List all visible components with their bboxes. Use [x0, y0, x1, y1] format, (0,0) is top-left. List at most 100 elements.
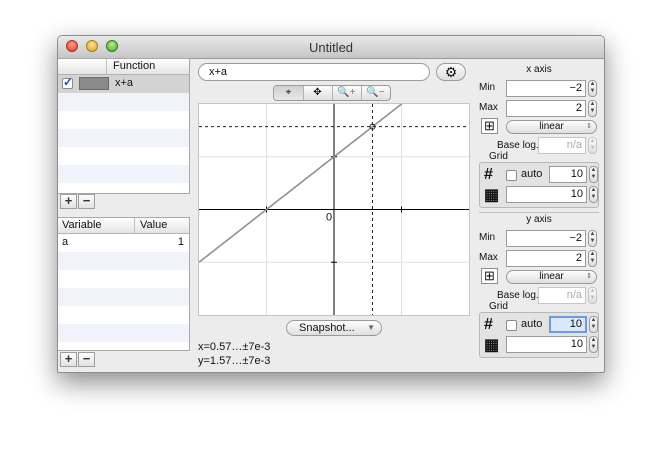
gear-icon: ⚙ — [444, 64, 458, 80]
x-max-field[interactable]: 2 — [506, 100, 586, 117]
major-grid-icon: # — [484, 316, 493, 333]
zoom-in-tool-button[interactable]: 🔍+ — [332, 86, 362, 100]
snapshot-label: Snapshot... — [299, 322, 355, 334]
y-base-log-label: Base log. — [497, 290, 539, 301]
function-visible-checkbox[interactable]: ✓ — [62, 75, 74, 89]
variable-value[interactable]: 1 — [178, 236, 184, 248]
x-scale-popup[interactable]: linear ⇕ — [506, 120, 597, 134]
x-minor-grid-field[interactable]: 10 — [506, 186, 587, 203]
x-auto-checkbox[interactable] — [506, 170, 517, 181]
remove-variable-button[interactable]: − — [78, 352, 95, 367]
main-window: Untitled Function ✓ x+a + − Variable Val… — [57, 35, 605, 373]
variable-list-header: Variable Value — [58, 218, 189, 234]
x-base-log-stepper[interactable]: ▲ ▼ — [588, 137, 597, 154]
value-column-header[interactable]: Value — [140, 219, 167, 231]
move-tool-button[interactable]: ✥ — [303, 86, 333, 100]
x-grid-box: # auto 10 ▲ ▼ ▦ 10 ▲ ▼ — [479, 162, 599, 208]
x-max-label: Max — [479, 102, 498, 113]
x-base-log-label: Base log. — [497, 140, 539, 151]
crosshair-icon: ⌖ — [285, 87, 292, 98]
y-auto-checkbox[interactable] — [506, 320, 517, 331]
variable-row[interactable]: a 1 — [58, 234, 189, 252]
snapshot-button[interactable]: Snapshot... ▼ — [286, 320, 382, 336]
cursor-x-readout: x=0.57…±7e-3 — [198, 341, 271, 353]
y-minor-grid-stepper[interactable]: ▲ ▼ — [589, 336, 598, 353]
x-major-grid-field[interactable]: 10 — [549, 166, 587, 183]
function-list: Function ✓ x+a — [58, 58, 190, 194]
x-max-stepper[interactable]: ▲ ▼ — [588, 100, 597, 117]
empty-row — [58, 252, 189, 270]
chevron-down-icon: ▼ — [367, 323, 375, 332]
empty-row — [58, 324, 189, 342]
major-grid-icon: # — [484, 166, 493, 183]
x-grid-label: Grid — [489, 151, 508, 162]
origin-label: 0 — [326, 212, 332, 224]
x-min-stepper[interactable]: ▲ ▼ — [588, 80, 597, 97]
y-scale-value: linear — [539, 271, 564, 282]
add-variable-button[interactable]: + — [60, 352, 77, 367]
tool-selector: ⌖ ✥ 🔍+ 🔍− — [273, 85, 391, 101]
grid-icon: ⊞ — [484, 268, 495, 283]
zoom-out-tool-button[interactable]: 🔍− — [361, 86, 390, 100]
y-base-log-stepper[interactable]: ▲ ▼ — [588, 287, 597, 304]
empty-row — [58, 129, 189, 147]
empty-row — [58, 288, 189, 306]
window-title: Untitled — [308, 40, 354, 55]
variable-column-header[interactable]: Variable — [62, 219, 102, 231]
graph-canvas[interactable]: 0 — [198, 76, 469, 315]
y-grid-label: Grid — [489, 301, 508, 312]
function-column-header[interactable]: Function — [113, 60, 155, 72]
plot-area[interactable]: 0 — [198, 76, 470, 316]
x-base-log-field[interactable]: n/a — [538, 137, 586, 154]
variable-list: Variable Value a 1 — [58, 217, 190, 351]
y-grid-toggle-button[interactable]: ⊞ — [481, 268, 498, 284]
variable-name[interactable]: a — [62, 236, 68, 248]
y-max-stepper[interactable]: ▲ ▼ — [588, 250, 597, 267]
y-min-label: Min — [479, 232, 496, 243]
x-scale-value: linear — [539, 121, 564, 132]
y-base-log-field[interactable]: n/a — [538, 287, 586, 304]
y-grid-box: # auto 10 ▲ ▼ ▦ 10 ▲ ▼ — [479, 312, 599, 358]
y-scale-popup[interactable]: linear ⇕ — [506, 270, 597, 284]
function-color-swatch[interactable] — [79, 77, 109, 90]
x-major-grid-stepper[interactable]: ▲ ▼ — [589, 166, 598, 183]
y-min-field[interactable]: −2 — [506, 230, 586, 247]
title-bar: Untitled — [58, 36, 604, 59]
crosshair-tool-button[interactable]: ⌖ — [274, 86, 304, 100]
minor-grid-icon: ▦ — [484, 187, 500, 204]
empty-row — [58, 93, 189, 111]
y-min-stepper[interactable]: ▲ ▼ — [588, 230, 597, 247]
function-list-header: Function — [58, 59, 189, 75]
add-function-button[interactable]: + — [60, 194, 77, 209]
grid-icon: ⊞ — [484, 118, 495, 133]
function-name[interactable]: x+a — [115, 77, 133, 89]
empty-row — [58, 165, 189, 183]
zoom-in-icon: 🔍+ — [337, 87, 356, 98]
y-minor-grid-field[interactable]: 10 — [506, 336, 587, 353]
chevron-updown-icon: ⇕ — [586, 273, 592, 280]
minor-grid-icon: ▦ — [484, 337, 500, 354]
function-row[interactable]: ✓ x+a — [58, 75, 189, 93]
y-axis-title: y axis — [526, 214, 552, 225]
y-axis-panel: y axis Min −2 ▲ ▼ Max 2 ▲ ▼ ⊞ linear ⇕ Base… — [479, 214, 599, 358]
x-minor-grid-stepper[interactable]: ▲ ▼ — [589, 186, 598, 203]
zoom-out-icon: 🔍− — [366, 87, 385, 98]
settings-button[interactable]: ⚙ — [436, 63, 466, 81]
x-min-field[interactable]: −2 — [506, 80, 586, 97]
function-curve — [198, 76, 436, 263]
x-grid-toggle-button[interactable]: ⊞ — [481, 118, 498, 134]
y-max-label: Max — [479, 252, 498, 263]
y-max-field[interactable]: 2 — [506, 250, 586, 267]
axis-separator — [479, 212, 599, 213]
x-min-label: Min — [479, 82, 496, 93]
y-major-grid-field[interactable]: 10 — [549, 316, 587, 333]
x-axis-panel: x axis Min −2 ▲ ▼ Max 2 ▲ ▼ ⊞ linear ⇕ Base… — [479, 64, 599, 208]
expression-input[interactable]: x+a — [198, 63, 430, 81]
checkmark-icon: ✓ — [63, 75, 74, 89]
y-auto-label: auto — [521, 318, 543, 330]
x-auto-label: auto — [521, 168, 543, 180]
remove-function-button[interactable]: − — [78, 194, 95, 209]
x-axis-title: x axis — [526, 64, 552, 75]
move-icon: ✥ — [313, 87, 322, 98]
y-major-grid-stepper[interactable]: ▲ ▼ — [589, 316, 598, 333]
